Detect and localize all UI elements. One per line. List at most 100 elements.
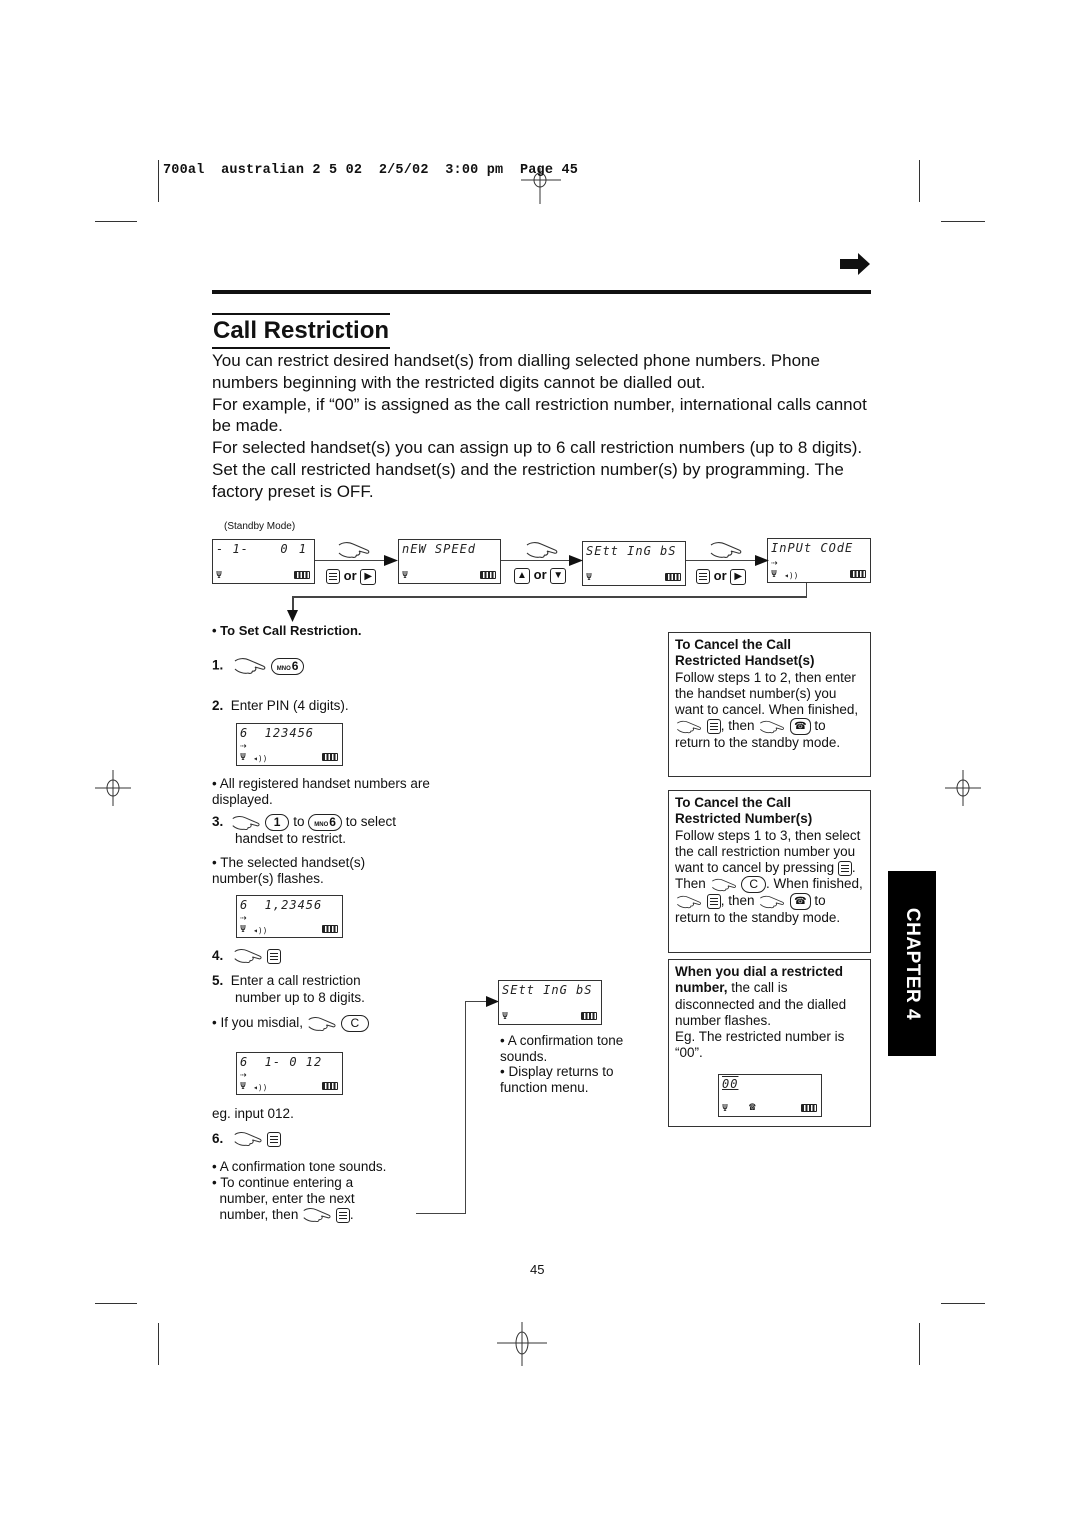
key-digit: 6 <box>329 815 336 829</box>
battery-icon <box>801 1104 817 1112</box>
flow-connector <box>686 560 761 562</box>
arrow-head-icon <box>287 610 298 622</box>
chapter-tab: CHAPTER 4 <box>888 871 936 1056</box>
chapter-label: CHAPTER 4 <box>902 907 923 1020</box>
note-text: number, enter the next <box>219 1191 355 1206</box>
or-label: or <box>343 568 357 583</box>
lcd-text: nEW SPEEd <box>402 542 477 556</box>
intercom-arrow-icon: ⇢ <box>240 911 247 924</box>
antenna-icon: Ψ <box>771 569 778 580</box>
note-text: A confirmation tone sounds. <box>500 1033 624 1064</box>
intercom-arrow-icon: ⇢ <box>240 739 247 752</box>
press-hand-icon <box>760 720 785 734</box>
crop-mark <box>919 1323 920 1365</box>
lcd-text: 6 123456 <box>240 726 315 740</box>
key-c: C <box>741 876 766 894</box>
lcd-standby: - 1- 0 1 Ψ <box>212 539 315 584</box>
step-number: 6. <box>212 1131 224 1146</box>
lcd-input-code: InPUt COdE ⇢ Ψ ◂)) <box>767 538 871 583</box>
lcd-new-speed: nEW SPEEd Ψ <box>398 539 501 584</box>
lcd-settings-result: SEtt InG bS Ψ <box>498 980 602 1025</box>
note-text: The selected handset(s) number(s) flashe… <box>212 855 366 886</box>
registration-mark-icon <box>95 770 131 806</box>
press-hand-icon <box>526 542 558 558</box>
crop-mark <box>941 221 985 222</box>
note-text: Display returns to function menu. <box>500 1064 614 1095</box>
press-hand-icon <box>308 1016 336 1031</box>
lcd-text: 6 1- 0 12 <box>240 1055 323 1069</box>
press-hand-icon <box>232 815 260 830</box>
step-6: 6. <box>212 1131 281 1148</box>
procedure-heading-text: To Set Call Restriction. <box>220 623 362 638</box>
right-key-icon: ▶ <box>730 568 747 585</box>
menu-key-icon <box>706 719 721 735</box>
step-2: 2. Enter PIN (4 digits). <box>212 698 349 715</box>
battery-icon <box>294 571 310 579</box>
lcd-pin: 6 123456 ⇢ Ψ ◂)) <box>236 723 343 766</box>
antenna-icon: Ψ <box>586 572 593 583</box>
end-call-key-icon: ☎ <box>790 718 811 736</box>
intercom-arrow-icon: ⇢ <box>240 1068 247 1081</box>
menu-key-icon <box>266 1131 281 1147</box>
key-6: MNO6 <box>270 657 305 675</box>
lcd-text: InPUt COdE <box>771 541 854 555</box>
result-note: • Display returns to function menu. <box>500 1064 614 1095</box>
intro-text: You can restrict desired handset(s) from… <box>212 350 882 503</box>
press-hand-icon <box>303 1208 331 1223</box>
result-note: • A confirmation tone sounds. <box>500 1033 624 1064</box>
section-rule <box>212 290 871 294</box>
arrow-right-icon <box>840 253 870 275</box>
note-text: If you misdial, <box>220 1015 304 1031</box>
box-text: Follow steps 1 to 3, then select the cal… <box>675 827 861 876</box>
step-number: 1. <box>212 657 224 673</box>
note-text: A confirmation tone sounds. <box>219 1159 387 1174</box>
flow-connector <box>806 583 808 597</box>
up-key-icon: ▲ <box>514 567 530 584</box>
box-text: , then <box>720 893 755 909</box>
step-text: number up to 8 digits. <box>235 989 365 1005</box>
press-hand-icon <box>234 1132 262 1147</box>
intro-paragraph: For selected handset(s) you can assign u… <box>212 438 863 501</box>
key-1: 1 <box>264 814 290 831</box>
arrow-head-icon <box>569 555 583 566</box>
antenna-icon: Ψ <box>402 570 409 581</box>
antenna-icon: Ψ <box>502 1011 509 1022</box>
key-letters: MNO <box>276 665 291 672</box>
crop-mark <box>95 1303 137 1304</box>
registration-mark-icon <box>945 770 981 806</box>
step-number: 3. <box>212 814 224 830</box>
print-header: 700al australian 2 5 02 2/5/02 3:00 pm P… <box>163 163 579 178</box>
box-title: Restricted Number(s) <box>675 811 813 827</box>
note-text: number, then <box>219 1207 299 1222</box>
menu-key-icon <box>335 1207 350 1223</box>
page-number: 45 <box>530 1262 545 1277</box>
page-title: Call Restriction <box>212 313 391 349</box>
right-key-icon: ▶ <box>360 568 377 585</box>
or-label: or <box>533 567 547 582</box>
crop-mark <box>919 160 920 202</box>
lcd-text: SEtt InG bS <box>502 983 593 997</box>
antenna-icon: Ψ <box>722 1103 729 1114</box>
flow-connector <box>416 1213 466 1215</box>
press-hand-icon <box>677 720 701 734</box>
flow-connector <box>292 596 807 598</box>
box-text: Follow steps 1 to 2, then enter the hand… <box>675 669 859 718</box>
box-title: To Cancel the Call <box>675 795 792 810</box>
transition-keys: ▲ or ▼ <box>514 567 567 584</box>
note-tone: • A confirmation tone sounds. <box>212 1159 387 1174</box>
procedure-heading: • To Set Call Restriction. <box>212 623 362 638</box>
battery-icon <box>322 1082 338 1090</box>
flow-connector <box>465 1001 467 1214</box>
or-label: or <box>713 568 727 583</box>
battery-icon <box>665 573 681 581</box>
antenna-icon: Ψ <box>240 924 247 935</box>
arrow-head-icon <box>755 555 769 566</box>
ringer-icon: ◂)) <box>253 1083 268 1092</box>
menu-key-icon <box>837 861 852 877</box>
note-flashes: • The selected handset(s) number(s) flas… <box>212 855 366 886</box>
lcd-text: 0 1 <box>280 542 308 556</box>
step-1: 1. MNO6 <box>212 657 305 675</box>
intercom-arrow-icon: ⇢ <box>771 556 778 569</box>
crop-mark <box>941 1303 985 1304</box>
end-call-key-icon: ☎ <box>790 893 811 911</box>
